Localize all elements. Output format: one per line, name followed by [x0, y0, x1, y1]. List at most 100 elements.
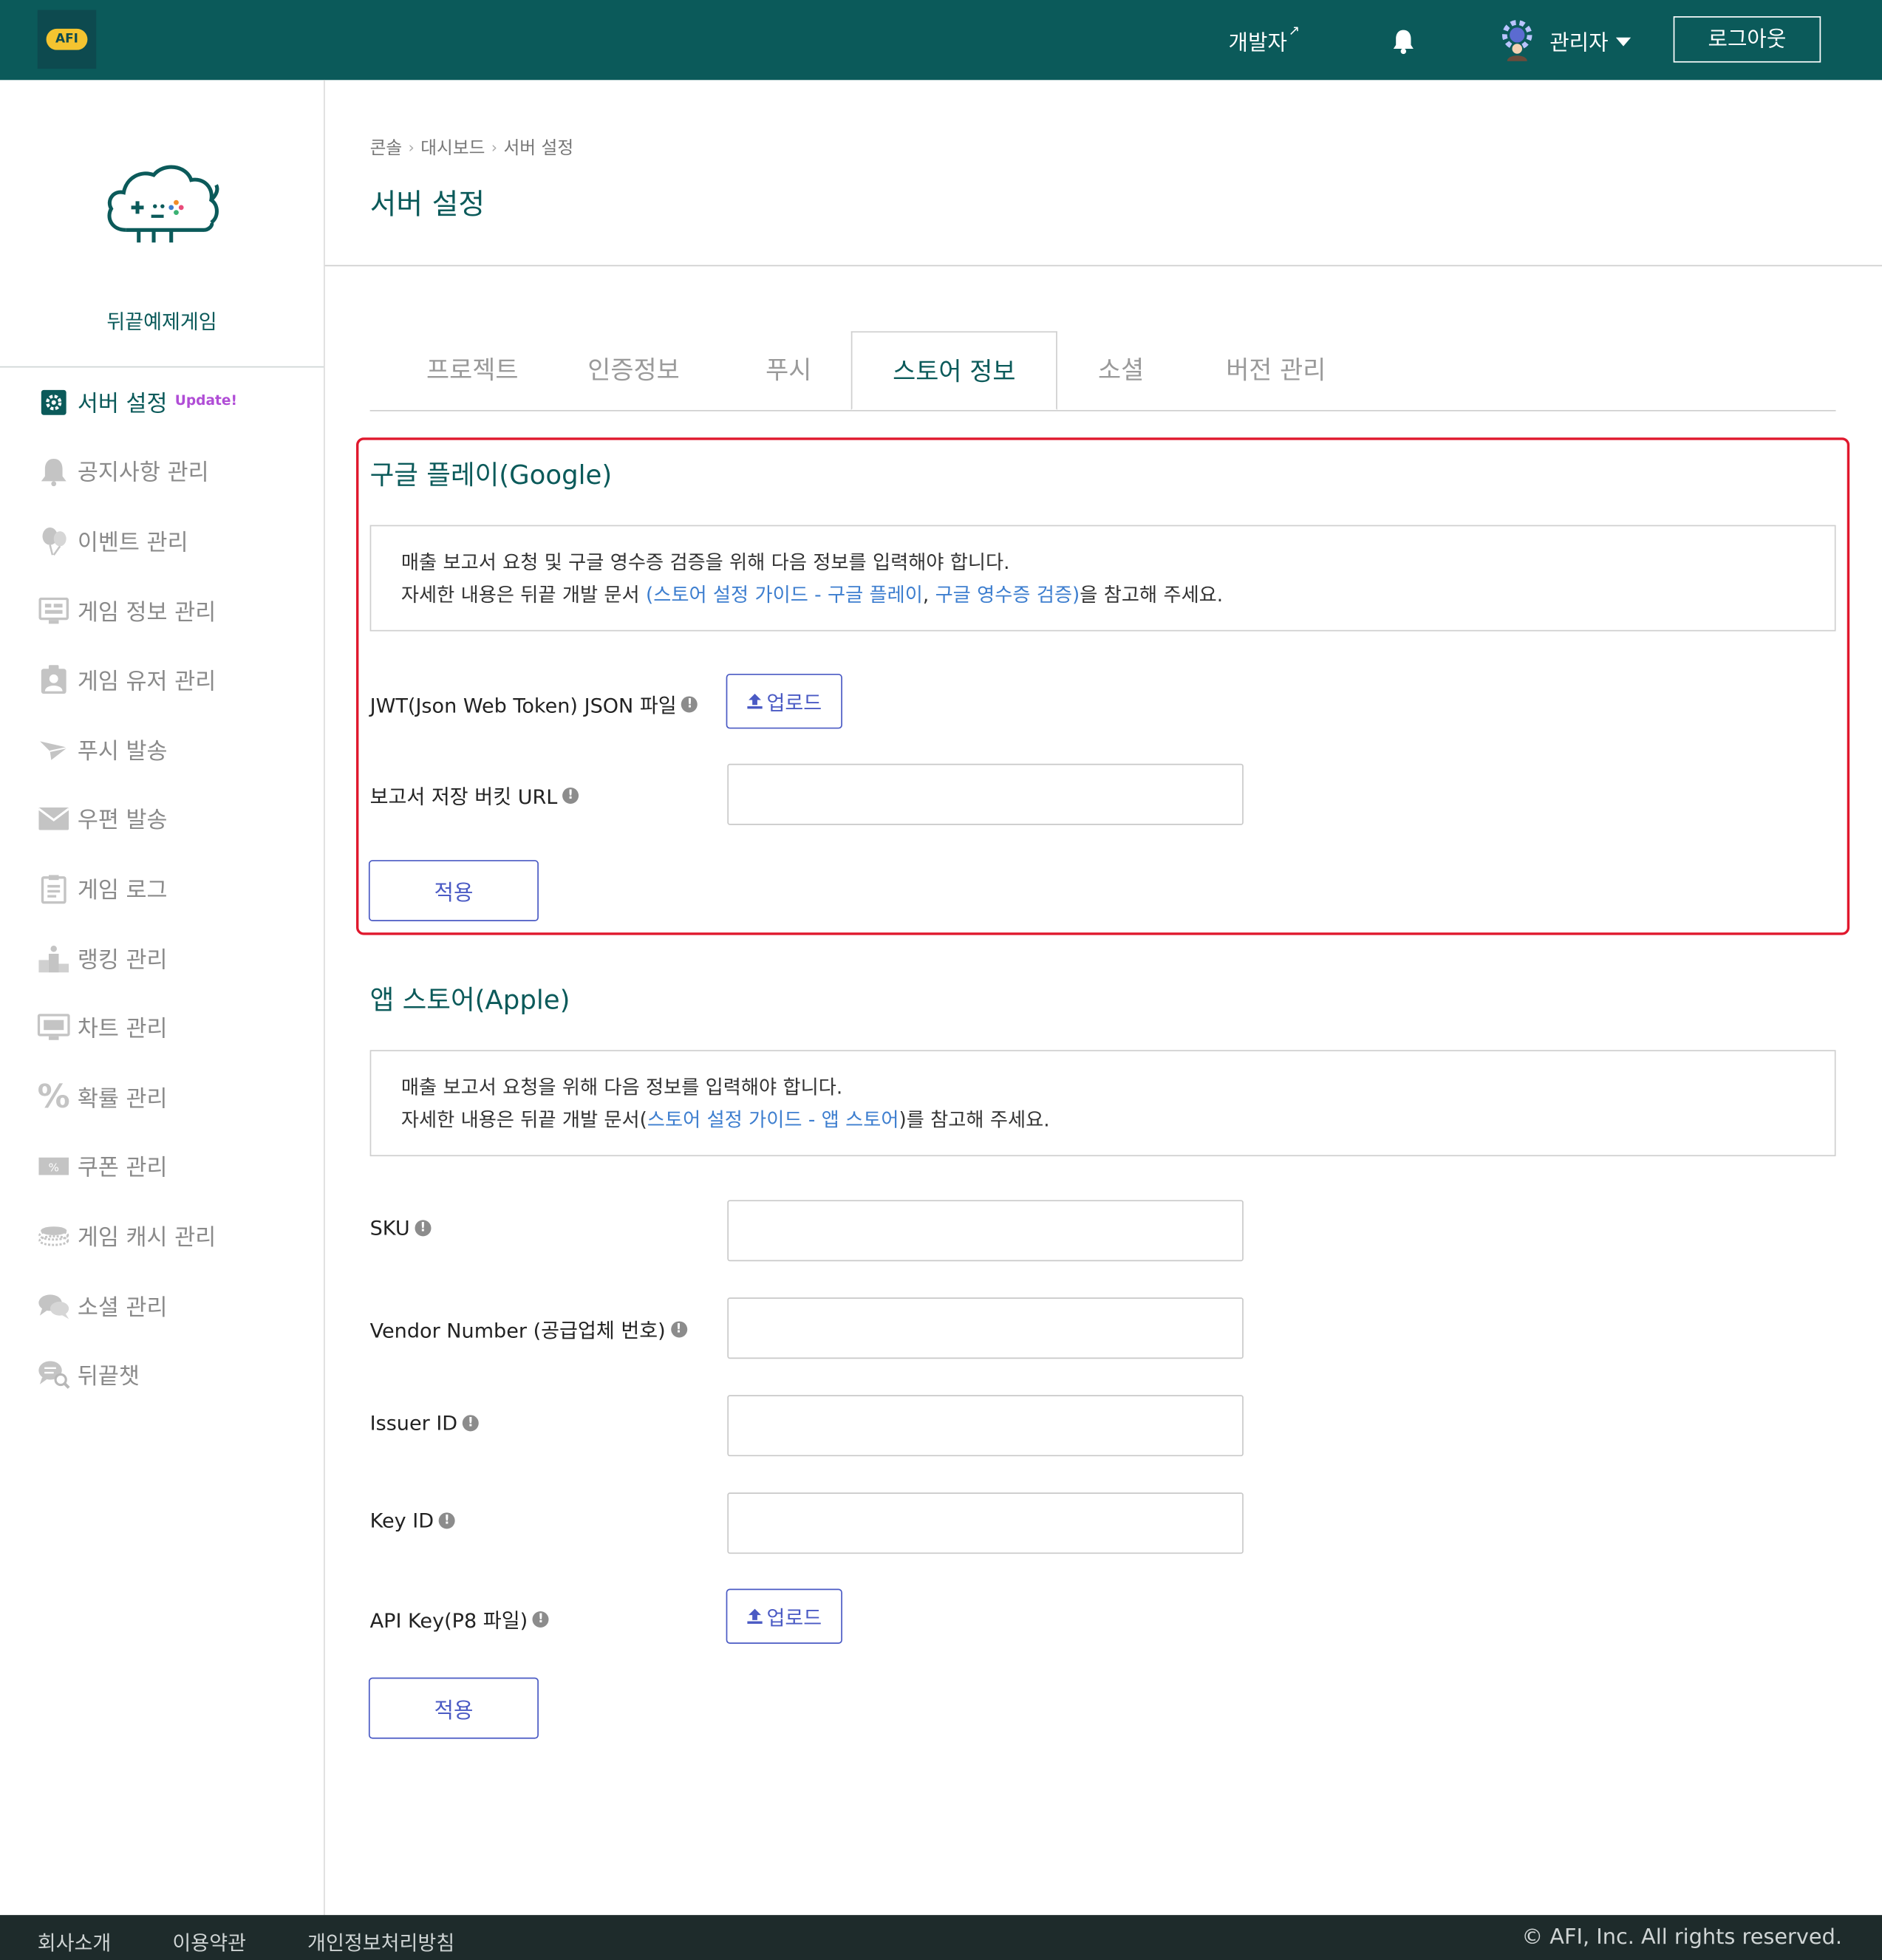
sku-input[interactable]: [727, 1200, 1244, 1262]
bell-icon: [38, 456, 70, 488]
footer-link-terms[interactable]: 이용약관: [172, 1926, 246, 1956]
upload-icon: [748, 1608, 763, 1624]
info-icon[interactable]: !: [462, 1415, 479, 1432]
google-play-guide-link[interactable]: (스토어 설정 가이드 - 구글 플레이: [646, 584, 923, 606]
info-icon[interactable]: !: [562, 787, 579, 804]
tab-store-info[interactable]: 스토어 정보: [850, 331, 1057, 410]
sidebar-item-coupon[interactable]: % 쿠폰 관리: [38, 1132, 237, 1201]
sidebar-item-social[interactable]: 소셜 관리: [38, 1271, 237, 1340]
settings-tabs: 프로젝트 인증정보 푸시 스토어 정보 소셜 버전 관리: [369, 331, 1836, 412]
breadcrumb-item-server-settings[interactable]: 서버 설정: [503, 135, 573, 160]
sidebar-item-label: 게임 유저 관리: [77, 669, 217, 696]
svg-text:%: %: [48, 1161, 58, 1175]
apple-info-box: 매출 보고서 요청을 위해 다음 정보를 입력해야 합니다. 자세한 내용은 뒤…: [369, 1050, 1836, 1157]
sidebar: 뒤끝예제게임 서버 설정 Update! 공지사항 관리 이벤트 관리 게임 정…: [0, 80, 325, 1916]
bucket-url-label-text: 보고서 저장 버킷 URL: [369, 785, 558, 809]
google-receipt-verify-link[interactable]: 구글 영수증 검증): [935, 584, 1080, 606]
coupon-icon: %: [38, 1150, 70, 1183]
issuer-id-label-text: Issuer ID: [369, 1411, 458, 1435]
sidebar-item-label: 공지사항 관리: [77, 460, 209, 487]
api-key-upload-button[interactable]: 업로드: [726, 1588, 842, 1644]
tab-credentials[interactable]: 인증정보: [560, 331, 708, 410]
google-apply-button[interactable]: 적용: [368, 860, 539, 922]
info-icon[interactable]: !: [670, 1320, 687, 1337]
sidebar-item-backend-chat[interactable]: 뒤끝챗: [38, 1340, 237, 1410]
sidebar-item-mail[interactable]: 우편 발송: [38, 785, 237, 854]
developer-link[interactable]: 개발자 ↗: [1228, 22, 1300, 57]
game-name: 뒤끝예제게임: [106, 310, 217, 334]
apple-info-suffix: )를 참고해 주세요.: [899, 1108, 1050, 1132]
cloud-gamepad-mascot-icon: [107, 165, 219, 243]
developer-link-label: 개발자: [1228, 31, 1287, 57]
google-info-line2: 자세한 내용은 뒤끝 개발 문서 (스토어 설정 가이드 - 구글 플레이, 구…: [401, 578, 1804, 611]
info-icon[interactable]: !: [532, 1611, 549, 1628]
key-id-field-label: Key ID !: [370, 1509, 455, 1532]
upload-icon: [748, 694, 763, 709]
tab-version-management[interactable]: 버전 관리: [1195, 331, 1357, 410]
info-icon[interactable]: !: [415, 1220, 432, 1237]
sidebar-item-game-users[interactable]: 게임 유저 관리: [38, 646, 237, 715]
sidebar-item-label: 뒤끝챗: [77, 1364, 140, 1390]
logout-button[interactable]: 로그아웃: [1673, 16, 1821, 63]
game-info-icon: [38, 595, 70, 627]
sidebar-item-chart[interactable]: 차트 관리: [37, 993, 237, 1062]
footer-link-privacy[interactable]: 개인정보처리방침: [307, 1926, 454, 1956]
breadcrumb-item-console[interactable]: 콘솔: [370, 135, 403, 160]
sidebar-item-push[interactable]: 푸시 발송: [38, 715, 237, 785]
chat-bubbles-icon: [38, 1289, 70, 1322]
api-key-field-label: API Key(P8 파일) !: [370, 1604, 549, 1634]
breadcrumb: 콘솔 › 대시보드 › 서버 설정: [370, 135, 574, 160]
vendor-number-label-text: Vendor Number (공급업체 번호): [369, 1319, 666, 1343]
bucket-url-input[interactable]: [727, 763, 1244, 825]
sku-label-text: SKU: [369, 1216, 410, 1240]
caret-down-icon: [1615, 37, 1632, 47]
info-icon[interactable]: !: [438, 1512, 455, 1529]
breadcrumb-item-dashboard[interactable]: 대시보드: [420, 135, 485, 160]
gear-icon: [38, 386, 70, 418]
coins-icon: [38, 1220, 70, 1252]
key-id-input[interactable]: [727, 1492, 1244, 1554]
sidebar-item-game-info[interactable]: 게임 정보 관리: [38, 576, 237, 646]
monitor-icon: [37, 1011, 70, 1044]
admin-gear-user-icon: [1501, 20, 1532, 61]
page-title: 서버 설정: [369, 188, 485, 222]
footer: 회사소개 이용약관 개인정보처리방침 © AFI, Inc. All right…: [0, 1915, 1882, 1960]
sidebar-item-game-cash[interactable]: 게임 캐시 관리: [38, 1201, 237, 1271]
percent-icon: %: [37, 1078, 70, 1116]
sidebar-item-label: 게임 로그: [77, 877, 168, 904]
jwt-upload-button[interactable]: 업로드: [726, 673, 842, 729]
footer-link-company[interactable]: 회사소개: [38, 1926, 112, 1956]
vendor-number-input[interactable]: [727, 1297, 1244, 1359]
notification-bell-icon[interactable]: [1391, 27, 1416, 55]
tab-project[interactable]: 프로젝트: [385, 331, 560, 410]
sidebar-item-server-settings[interactable]: 서버 설정 Update!: [38, 367, 237, 437]
admin-label: 관리자: [1549, 30, 1609, 56]
info-icon[interactable]: !: [681, 695, 698, 712]
apple-apply-button[interactable]: 적용: [368, 1677, 539, 1739]
app-store-guide-link[interactable]: 스토어 설정 가이드 - 앱 스토어: [647, 1109, 899, 1131]
issuer-id-input[interactable]: [727, 1395, 1244, 1457]
google-info-suffix: 을 참고해 주세요.: [1080, 584, 1224, 607]
admin-menu[interactable]: 관리자: [1500, 18, 1632, 61]
sidebar-item-ranking[interactable]: 랭킹 관리: [38, 923, 237, 993]
apple-section-title: 앱 스토어(Apple): [369, 985, 570, 1015]
google-section-highlight: [356, 437, 1850, 935]
tab-push[interactable]: 푸시: [726, 331, 851, 410]
sidebar-item-events[interactable]: 이벤트 관리: [38, 507, 237, 576]
sidebar-item-label: 확률 관리: [77, 1085, 168, 1113]
logo-text: AFI: [46, 28, 88, 50]
sidebar-item-label: 차트 관리: [77, 1016, 168, 1043]
sidebar-item-game-log[interactable]: 게임 로그: [38, 854, 237, 923]
google-info-prefix: 자세한 내용은 뒤끝 개발 문서: [400, 584, 647, 607]
bucket-url-field-label: 보고서 저장 버킷 URL !: [370, 780, 579, 810]
sidebar-menu: 서버 설정 Update! 공지사항 관리 이벤트 관리 게임 정보 관리 게임…: [38, 367, 237, 1410]
afi-logo[interactable]: AFI: [37, 10, 97, 69]
sidebar-item-probability[interactable]: % 확률 관리: [38, 1062, 237, 1132]
chevron-right-icon: ›: [408, 138, 415, 157]
sidebar-item-notices[interactable]: 공지사항 관리: [38, 437, 237, 507]
chat-search-icon: [38, 1359, 70, 1391]
vendor-number-field-label: Vendor Number (공급업체 번호) !: [370, 1314, 687, 1344]
sku-field-label: SKU !: [370, 1216, 432, 1240]
tab-social[interactable]: 소셜: [1057, 331, 1185, 410]
top-bar: AFI 개발자 ↗ 관리자 로그아웃: [0, 0, 1882, 81]
